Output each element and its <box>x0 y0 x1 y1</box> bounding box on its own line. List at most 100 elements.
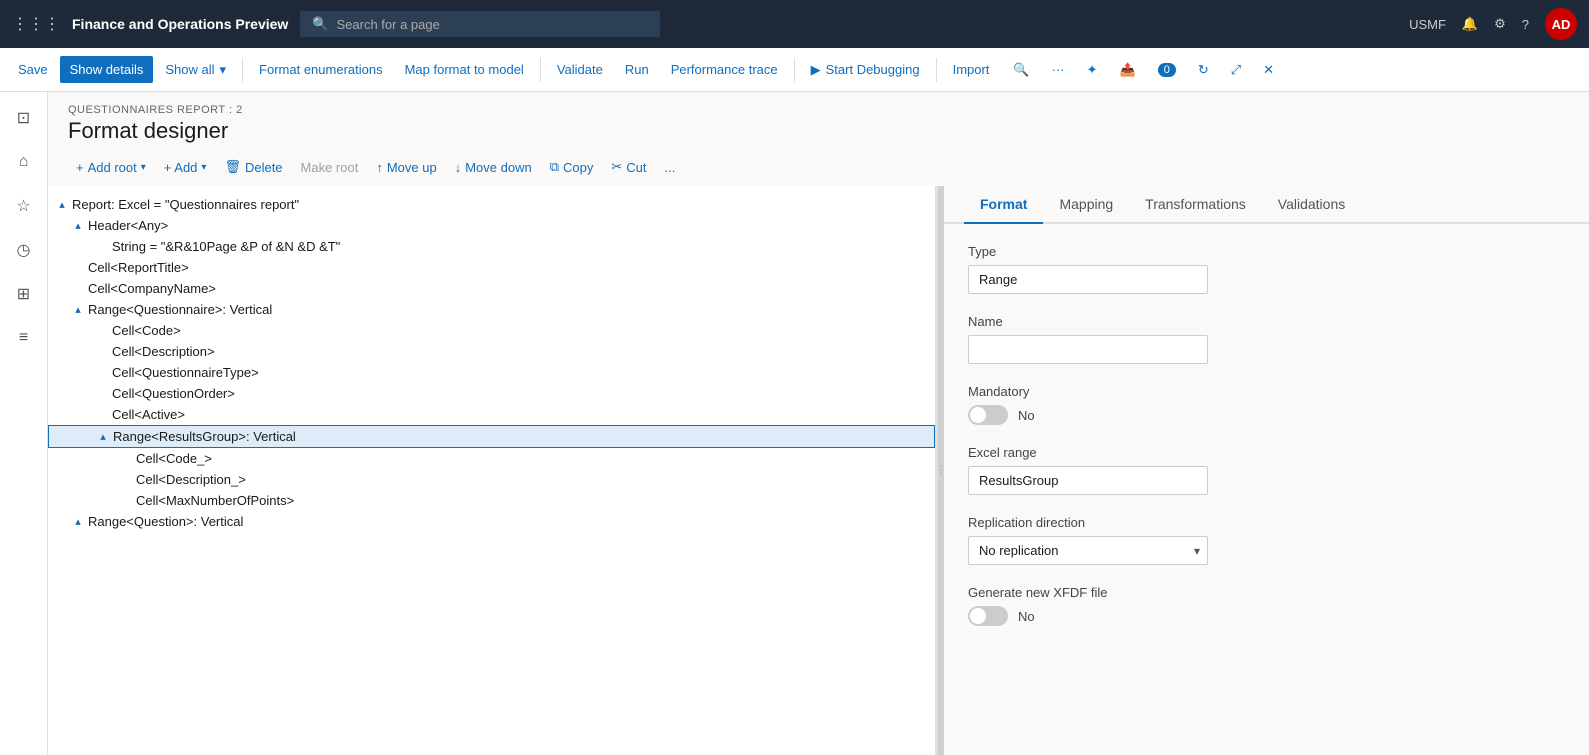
tree-node-cell-company-name[interactable]: Cell<CompanyName> <box>48 278 935 299</box>
split-panel: ▴ Report: Excel = "Questionnaires report… <box>48 186 1589 755</box>
name-input[interactable] <box>968 335 1208 364</box>
type-group: Type <box>968 244 1565 294</box>
delete-button[interactable]: 🗑 Delete <box>216 154 290 180</box>
tree-node-root[interactable]: ▴ Report: Excel = "Questionnaires report… <box>48 194 935 215</box>
apps-icon[interactable]: ⋮⋮⋮ <box>12 14 60 34</box>
cut-label: Cut <box>626 160 646 175</box>
tree-node-range-results-group[interactable]: ▴ Range<ResultsGroup>: Vertical <box>48 425 935 448</box>
mandatory-toggle-row: No <box>968 405 1565 425</box>
cut-button[interactable]: ✂ Cut <box>603 154 654 180</box>
search-cmd-icon[interactable]: 🔍 <box>1003 56 1039 84</box>
right-panel: Format Mapping Transformations Validatio… <box>944 186 1589 755</box>
type-input[interactable] <box>968 265 1208 294</box>
node-range-q-text: Range<Questionnaire>: Vertical <box>88 302 272 317</box>
performance-trace-button[interactable]: Performance trace <box>661 56 788 83</box>
tree-node-range-questionnaire[interactable]: ▴ Range<Questionnaire>: Vertical <box>48 299 935 320</box>
start-debugging-button[interactable]: ▶ Start Debugging <box>801 56 930 84</box>
name-group: Name <box>968 314 1565 364</box>
tree-node-header[interactable]: ▴ Header<Any> <box>48 215 935 236</box>
run-button[interactable]: Run <box>615 56 659 83</box>
tree-node-cell-code[interactable]: Cell<Code> <box>48 320 935 341</box>
type-label: Type <box>968 244 1565 259</box>
tab-mapping[interactable]: Mapping <box>1043 186 1129 224</box>
sidebar-menu-icon[interactable]: ≡ <box>6 320 42 356</box>
tree-node-cell-description2[interactable]: Cell<Description_> <box>48 469 935 490</box>
tab-transformations[interactable]: Transformations <box>1129 186 1262 224</box>
tree-node-cell-description[interactable]: Cell<Description> <box>48 341 935 362</box>
save-button[interactable]: Save <box>8 56 58 83</box>
tab-validations[interactable]: Validations <box>1262 186 1361 224</box>
sidebar-favorites-icon[interactable]: ☆ <box>6 188 42 224</box>
notification-icon[interactable]: 🔔 <box>1462 16 1478 32</box>
tree-node-cell-code2[interactable]: Cell<Code_> <box>48 448 935 469</box>
tree-node-cell-question-order[interactable]: Cell<QuestionOrder> <box>48 383 935 404</box>
copy-label: Copy <box>563 160 593 175</box>
mandatory-value: No <box>1018 408 1035 423</box>
settings-icon[interactable]: ⚙ <box>1494 16 1506 32</box>
tree-node-cell-report-title[interactable]: Cell<ReportTitle> <box>48 257 935 278</box>
node-cell-max-text: Cell<MaxNumberOfPoints> <box>136 493 294 508</box>
add-button[interactable]: + Add ▾ <box>156 155 215 180</box>
help-icon[interactable]: ? <box>1522 17 1529 32</box>
move-down-button[interactable]: ↓ Move down <box>447 155 540 180</box>
mandatory-toggle[interactable] <box>968 405 1008 425</box>
sidebar-recent-icon[interactable]: ◷ <box>6 232 42 268</box>
node-header-text: Header<Any> <box>88 218 168 233</box>
expand-icon[interactable]: ⤢ <box>1221 56 1251 84</box>
tree-node-cell-questionnaire-type[interactable]: Cell<QuestionnaireType> <box>48 362 935 383</box>
expand-root-icon[interactable]: ▴ <box>56 198 68 211</box>
generate-xfdf-label: Generate new XFDF file <box>968 585 1565 600</box>
delete-label: Delete <box>245 160 283 175</box>
add-root-button[interactable]: + Add root ▾ <box>68 155 154 180</box>
search-input[interactable] <box>336 17 616 32</box>
separator-1 <box>242 58 243 82</box>
refresh-icon[interactable]: ↻ <box>1188 56 1219 84</box>
more-options-button[interactable]: ··· <box>1042 56 1075 83</box>
copy-button[interactable]: ⧉ Copy <box>542 154 602 180</box>
excel-range-input[interactable] <box>968 466 1208 495</box>
tree-node-range-question[interactable]: ▴ Range<Question>: Vertical <box>48 511 935 532</box>
tree-node-cell-active[interactable]: Cell<Active> <box>48 404 935 425</box>
avatar[interactable]: AD <box>1545 8 1577 40</box>
notifications-icon[interactable]: 📤 <box>1110 56 1146 84</box>
designer-toolbar: + Add root ▾ + Add ▾ 🗑 Delete Make root … <box>48 148 1589 186</box>
copy-icon: ⧉ <box>550 159 559 175</box>
make-root-button[interactable]: Make root <box>293 155 367 180</box>
expand-range-rg-icon[interactable]: ▴ <box>97 430 109 443</box>
validate-button[interactable]: Validate <box>547 56 613 83</box>
tab-format[interactable]: Format <box>964 186 1043 224</box>
show-details-button[interactable]: Show details <box>60 56 154 83</box>
sidebar-filter-icon[interactable]: ⊡ <box>6 100 42 136</box>
sidebar-workspaces-icon[interactable]: ⊞ <box>6 276 42 312</box>
expand-range-quest-icon[interactable]: ▴ <box>72 515 84 528</box>
move-up-button[interactable]: ↑ Move up <box>368 155 444 180</box>
more-toolbar-button[interactable]: ... <box>657 155 684 180</box>
replication-direction-label: Replication direction <box>968 515 1565 530</box>
main-layout: ⊡ ⌂ ☆ ◷ ⊞ ≡ QUESTIONNAIRES REPORT : 2 Fo… <box>0 92 1589 755</box>
expand-header-icon[interactable]: ▴ <box>72 219 84 232</box>
show-all-button[interactable]: Show all ▾ <box>155 56 236 84</box>
favorites-icon[interactable]: ✦ <box>1077 56 1108 84</box>
separator-4 <box>936 58 937 82</box>
format-form: Type Name Mandatory <box>944 224 1589 666</box>
search-bar[interactable]: 🔍 <box>300 11 660 37</box>
add-root-label: Add root <box>88 160 137 175</box>
move-up-label: Move up <box>387 160 437 175</box>
replication-direction-select[interactable]: No replication Vertical Horizontal <box>968 536 1208 565</box>
tree-node-cell-max-number[interactable]: Cell<MaxNumberOfPoints> <box>48 490 935 511</box>
show-all-label: Show all <box>165 62 214 77</box>
command-bar: Save Show details Show all ▾ Format enum… <box>0 48 1589 92</box>
down-arrow-icon: ↓ <box>455 160 462 175</box>
excel-range-label: Excel range <box>968 445 1565 460</box>
import-button[interactable]: Import <box>943 56 1000 83</box>
generate-xfdf-toggle[interactable] <box>968 606 1008 626</box>
tree-node-string[interactable]: String = "&R&10Page &P of &N &D &T" <box>48 236 935 257</box>
map-format-button[interactable]: Map format to model <box>395 56 534 83</box>
sidebar-home-icon[interactable]: ⌂ <box>6 144 42 180</box>
expand-range-q-icon[interactable]: ▴ <box>72 303 84 316</box>
close-icon[interactable]: ✕ <box>1253 56 1284 84</box>
up-arrow-icon: ↑ <box>376 160 383 175</box>
format-enumerations-button[interactable]: Format enumerations <box>249 56 393 83</box>
badge-button[interactable]: 0 <box>1148 57 1186 83</box>
tree-panel: ▴ Report: Excel = "Questionnaires report… <box>48 186 938 755</box>
